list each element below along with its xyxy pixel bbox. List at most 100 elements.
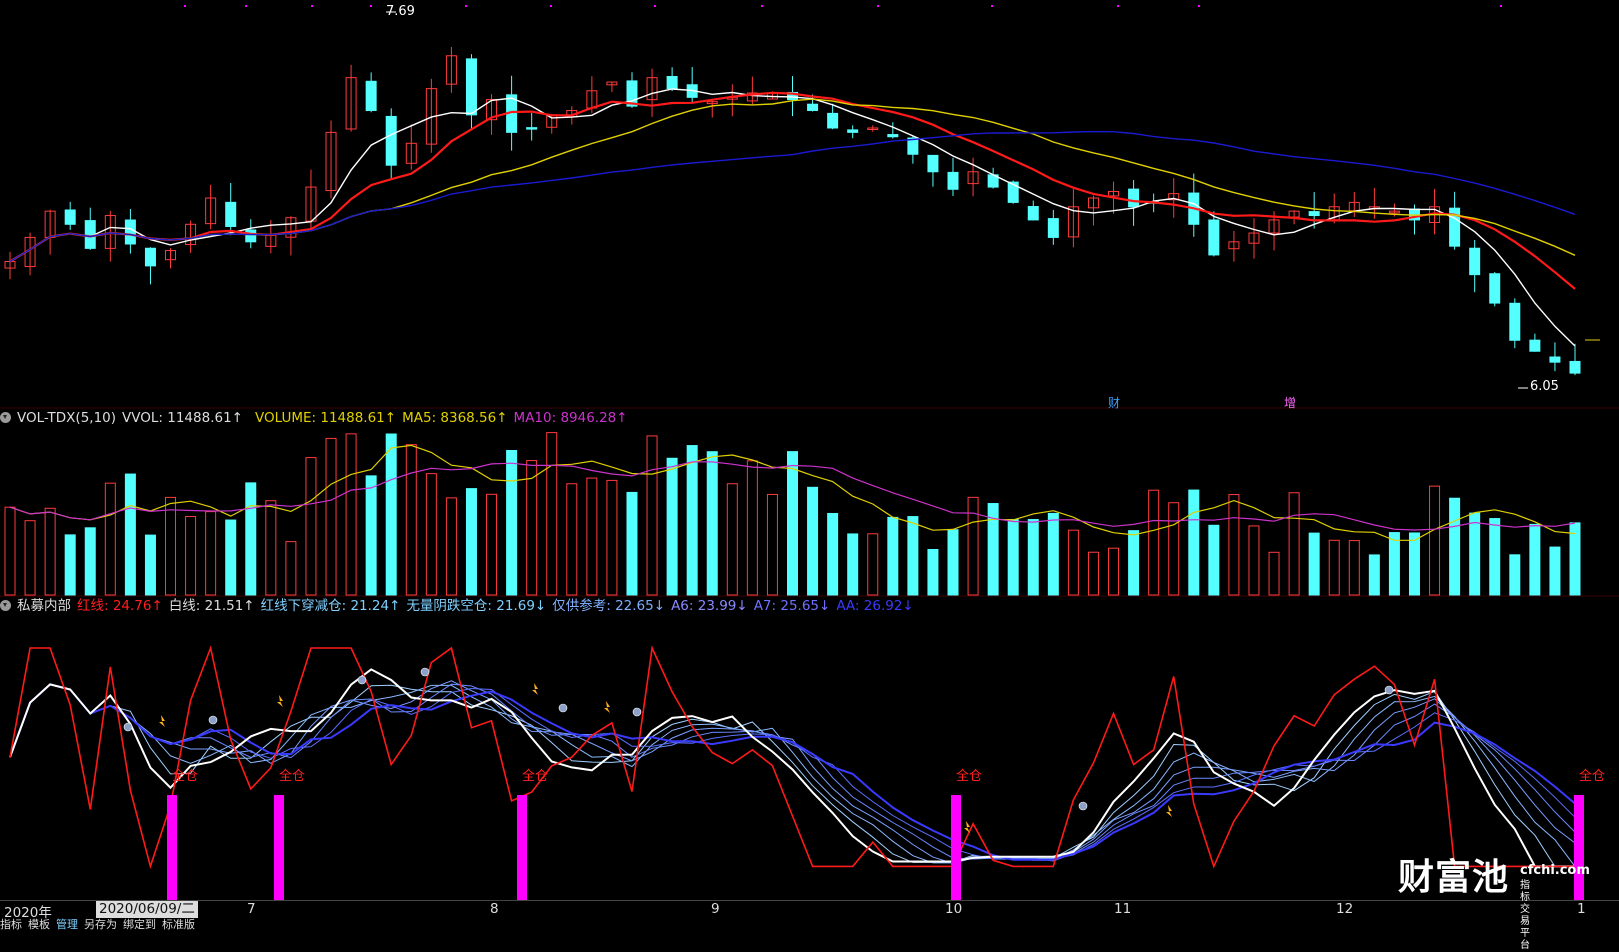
volume-bar: [245, 482, 257, 596]
volume-bar: [686, 445, 698, 596]
volume-bar: [104, 482, 116, 596]
crossing-marker: [558, 703, 568, 713]
top-marker-dot: [184, 5, 186, 7]
volume-bar: [787, 451, 798, 596]
crossing-marker: [1384, 685, 1394, 695]
chevron-down-icon[interactable]: [0, 412, 11, 423]
volume-bar: [947, 529, 959, 596]
volume-bar: [44, 507, 56, 596]
volume-bar: [1148, 489, 1160, 596]
volume-bar: [706, 451, 718, 596]
top-marker-dot: [991, 5, 993, 7]
volume-bar: [506, 449, 518, 596]
month-tick: 1: [1577, 901, 1586, 917]
signal-label: 全仓: [172, 769, 199, 784]
price-ma20-line: [9, 98, 1576, 263]
volume-bar: [1509, 554, 1521, 596]
volume-bar: [144, 534, 156, 596]
volume-bar: [967, 496, 979, 596]
volume-bar: [1288, 492, 1300, 596]
volume-ma5-value: MA5: 8368.56↑: [402, 410, 508, 426]
volume-bar: [265, 500, 277, 596]
tab-manage[interactable]: 管理: [56, 918, 78, 931]
signal-bar: [274, 795, 284, 900]
volume-bar: [1087, 551, 1099, 596]
tab-template[interactable]: 模板: [28, 918, 50, 931]
volume-bar: [1108, 547, 1120, 596]
a7-value: A7: 25.65↓: [753, 598, 831, 614]
price-candle: [144, 247, 156, 267]
volume-bar: [225, 519, 237, 596]
price-candle: [64, 209, 76, 225]
month-tick: 10: [945, 901, 963, 917]
volume-bar: [205, 511, 217, 596]
volume-bar: [646, 435, 658, 596]
signal-label: 全仓: [279, 769, 306, 784]
crossing-marker: [208, 715, 218, 725]
volume-bar: [746, 460, 758, 596]
volume-bar: [365, 475, 377, 596]
chart-canvas[interactable]: [0, 0, 1619, 931]
event-tag-increase[interactable]: 增: [1284, 395, 1296, 411]
volume-bar: [1408, 532, 1420, 596]
runner-icon: [159, 715, 165, 727]
price-candle: [666, 76, 678, 90]
indicator-band-line: [9, 683, 1576, 860]
volume-bar: [726, 483, 738, 596]
price-candle: [1469, 247, 1481, 276]
volume-bar: [486, 493, 498, 596]
crossing-marker: [123, 722, 133, 732]
volume-value: VOLUME: 11488.61↑: [254, 410, 397, 426]
tab-bind-to[interactable]: 绑定到: [123, 918, 156, 931]
price-candle: [1549, 356, 1561, 363]
volume-bar: [1188, 489, 1200, 596]
event-tag-finance[interactable]: 财: [1108, 395, 1120, 411]
price-candle: [887, 134, 899, 138]
tab-indicator[interactable]: 指标: [0, 918, 22, 931]
chevron-down-icon[interactable]: [0, 600, 11, 611]
price-candle: [847, 129, 859, 133]
volume-bar: [1529, 523, 1541, 596]
tab-save-as[interactable]: 另存为: [84, 918, 117, 931]
vvol-value: VVOL: 11488.61↑: [122, 410, 243, 426]
top-marker-dot: [877, 5, 879, 7]
runner-icon: [277, 695, 283, 707]
volume-bar: [666, 457, 678, 596]
volume-bar: [1067, 529, 1079, 596]
volume-indicator-name[interactable]: VOL-TDX(5,10): [17, 410, 116, 426]
volume-bar: [1348, 540, 1360, 596]
price-candle: [1027, 206, 1039, 221]
volume-bar: [907, 516, 919, 596]
volume-bar: [1047, 512, 1059, 596]
volume-bar: [1368, 554, 1380, 596]
price-candle: [1047, 218, 1059, 238]
indicator-name[interactable]: 私募内部: [17, 598, 71, 614]
volume-bar: [165, 496, 177, 596]
low-price-label: 6.05: [1530, 379, 1559, 394]
volume-bar: [586, 477, 598, 596]
watermark-slogan: 指标交易平台: [1520, 880, 1530, 951]
price-candle: [827, 112, 839, 129]
volume-bar: [1007, 519, 1019, 596]
volume-bar: [847, 533, 859, 596]
white-line-value: 白线: 21.51↑: [168, 598, 255, 614]
price-candle: [1489, 273, 1501, 304]
volume-bar: [345, 433, 357, 596]
volume-bar: [405, 444, 417, 596]
reference-value: 仅供参考: 22.65↓: [552, 598, 666, 614]
month-tick: 9: [711, 901, 720, 917]
price-candle: [526, 127, 538, 130]
volume-bar: [124, 473, 136, 596]
top-marker-dot: [1117, 5, 1119, 7]
price-ma5-line: [9, 88, 1576, 347]
tab-standard[interactable]: 标准版: [162, 918, 195, 931]
volume-bar: [807, 486, 819, 596]
top-marker-dot: [654, 5, 656, 7]
price-ma60-line: [9, 130, 1576, 263]
signal-label: 全仓: [522, 769, 549, 784]
bottom-toolbar: 指标 模板 管理 另存为 绑定到 标准版: [0, 918, 1619, 931]
top-marker-dot: [1500, 5, 1502, 7]
month-tick: 12: [1336, 901, 1354, 917]
volume-bar: [24, 520, 36, 596]
aa-value: AA: 26.92↓: [836, 598, 914, 614]
